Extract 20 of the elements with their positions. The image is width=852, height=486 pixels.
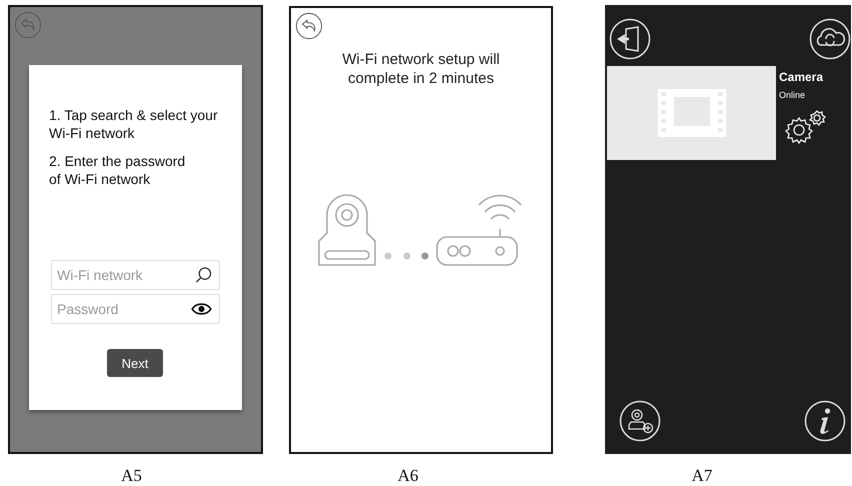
exit-door-icon[interactable] xyxy=(609,18,651,60)
password-field[interactable]: Password xyxy=(51,294,220,324)
network-field[interactable]: Wi-Fi network xyxy=(51,260,220,290)
figure-caption: A5 xyxy=(121,466,142,486)
eye-icon[interactable] xyxy=(191,302,212,316)
video-thumbnail[interactable] xyxy=(607,66,776,160)
cloud-sync-icon[interactable] xyxy=(809,18,851,60)
camera-status: Online xyxy=(779,90,806,100)
add-camera-icon[interactable] xyxy=(619,400,661,442)
next-button[interactable]: Next xyxy=(107,349,163,377)
status-message: Wi-Fi network setup will complete in 2 minutes xyxy=(341,50,501,88)
instruction-text: 1. Tap search & select your Wi-Fi network xyxy=(49,106,219,142)
camera-name: Camera xyxy=(779,70,824,84)
instruction-text: 2. Enter the password of Wi-Fi network xyxy=(49,152,186,188)
settings-icon[interactable] xyxy=(785,109,827,145)
info-icon[interactable] xyxy=(804,400,846,442)
figure-caption: A6 xyxy=(398,466,418,486)
figure-caption: A7 xyxy=(692,466,712,486)
search-icon[interactable] xyxy=(195,266,212,284)
back-icon[interactable] xyxy=(295,12,323,40)
